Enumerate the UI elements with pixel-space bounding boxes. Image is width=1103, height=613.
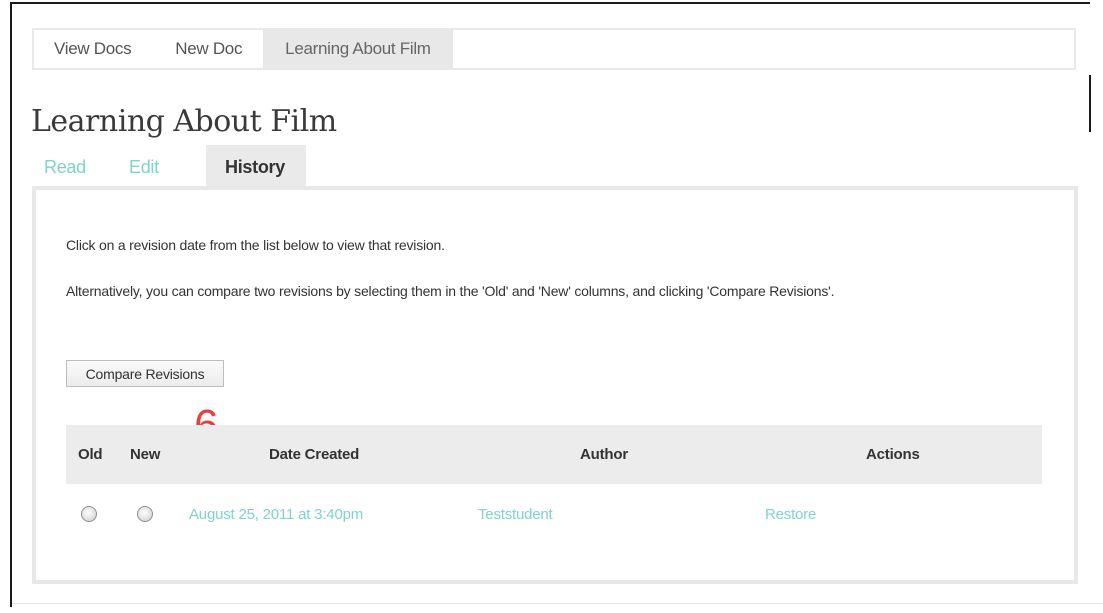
new-revision-radio[interactable] [137,506,153,522]
revision-author-link[interactable]: Teststudent [478,506,553,523]
column-header-author: Author [580,446,628,463]
compare-revisions-button[interactable]: Compare Revisions [66,360,224,387]
revision-date-link[interactable]: August 25, 2011 at 3:40pm [189,506,363,523]
nav-view-docs[interactable]: View Docs [34,30,154,68]
column-header-old: Old [78,446,103,463]
old-revision-radio[interactable] [81,506,97,522]
page-title: Learning About Film [31,104,337,139]
table-row: August 25, 2011 at 3:40pm Teststudent Re… [66,495,1042,535]
tab-edit[interactable]: Edit [124,145,206,189]
column-header-date-created: Date Created [269,446,360,463]
compare-instructions: Alternatively, you can compare two revis… [66,283,835,299]
tab-read[interactable]: Read [32,145,124,189]
column-header-new: New [130,446,161,463]
nav-new-doc[interactable]: New Doc [154,30,263,68]
document-tabs: Read Edit History [32,145,306,189]
history-instructions: Click on a revision date from the list b… [66,237,445,253]
nav-current-doc[interactable]: Learning About Film [263,30,453,68]
restore-revision-link[interactable]: Restore [765,506,816,523]
tab-history[interactable]: History [206,145,306,189]
top-navigation: View Docs New Doc Learning About Film [32,28,1076,70]
revisions-table-header: Old New Date Created Author Actions [66,425,1042,484]
column-header-actions: Actions [866,446,920,463]
bottom-divider [12,603,1103,604]
window-edge-mark [1089,75,1091,132]
